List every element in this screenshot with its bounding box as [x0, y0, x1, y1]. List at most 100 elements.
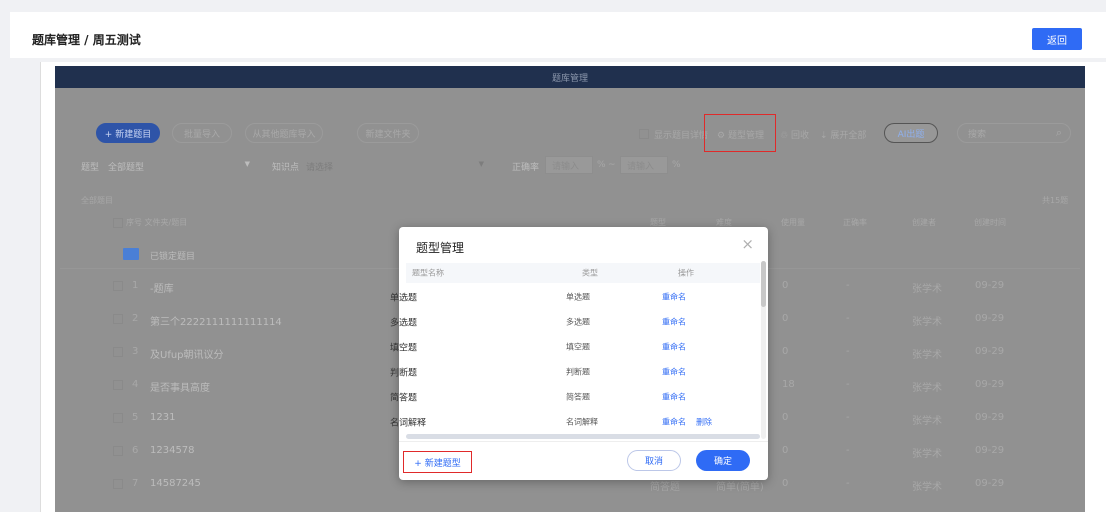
row-time: 09-29: [975, 445, 1005, 456]
horizontal-scrollbar[interactable]: [406, 434, 760, 439]
rename-link[interactable]: 重命名: [662, 416, 686, 427]
row-name: 1234578: [150, 445, 195, 456]
row-creator: 张学术: [912, 416, 942, 427]
confirm-button[interactable]: 确定: [696, 450, 750, 471]
col-type-kind: 类型: [582, 268, 598, 278]
show-details-label: 显示题目详情: [654, 131, 709, 141]
row-name: 是否事具高度: [150, 383, 210, 394]
col-operation: 操作: [678, 268, 694, 278]
select-all-checkbox[interactable]: [113, 218, 123, 228]
col-type-name: 题型名称: [412, 268, 444, 278]
delete-link[interactable]: 删除: [696, 416, 712, 427]
row-type: 简答题: [650, 482, 680, 493]
row-time: 09-29: [975, 379, 1005, 390]
rename-link[interactable]: 重命名: [662, 341, 686, 352]
kp-placeholder: 请选择: [306, 163, 334, 173]
import-from-bank-button[interactable]: 从其他题库导入: [245, 123, 323, 143]
show-details-checkbox[interactable]: [639, 129, 649, 139]
type-name: 简答题: [390, 393, 418, 403]
row-number: 2: [132, 313, 139, 324]
row-checkbox[interactable]: [113, 413, 123, 423]
row-checkbox[interactable]: [113, 281, 123, 291]
search-input[interactable]: 搜索 ⌕: [957, 123, 1071, 143]
knowledge-point-select[interactable]: 请选择 ▼: [306, 160, 488, 173]
new-question-button[interactable]: + 新建题目: [96, 123, 160, 143]
row-number: 5: [132, 412, 139, 423]
row-usage: 0: [782, 346, 789, 357]
type-name: 多选题: [390, 318, 418, 328]
rename-link[interactable]: 重命名: [662, 391, 686, 402]
row-usage: 0: [782, 280, 789, 291]
type-kind: 判断题: [566, 367, 590, 376]
new-type-button[interactable]: + 新建题型: [403, 451, 472, 473]
type-name: 单选题: [390, 293, 418, 303]
row-accuracy: -: [846, 445, 850, 456]
col-header-creator[interactable]: 创建者: [912, 217, 936, 228]
batch-import-button[interactable]: 批量导入: [172, 123, 232, 143]
accuracy-from-input[interactable]: 请输入: [545, 156, 593, 174]
rename-link[interactable]: 重命名: [662, 316, 686, 327]
type-name: 判断题: [390, 368, 418, 378]
type-row: 名词解释 名词解释 重命名 删除: [390, 409, 744, 434]
row-checkbox[interactable]: [113, 380, 123, 390]
back-button[interactable]: 返回: [1032, 28, 1082, 50]
row-checkbox[interactable]: [113, 314, 123, 324]
type-row: 简答题 简答题 重命名: [390, 384, 744, 409]
vertical-scrollbar[interactable]: [761, 261, 766, 439]
col-header-time[interactable]: 创建时间: [974, 217, 1006, 228]
row-time: 09-29: [975, 313, 1005, 324]
modal-title: 题型管理: [416, 241, 465, 255]
type-row: 判断题 判断题 重命名: [390, 359, 744, 384]
row-accuracy: -: [846, 280, 850, 291]
row-name: 及Ufup朝讯议分: [150, 350, 224, 361]
row-number: 6: [132, 445, 139, 456]
recycle-button[interactable]: ♲ 回收: [780, 128, 809, 141]
cancel-button[interactable]: 取消: [627, 450, 681, 471]
search-placeholder: 搜索: [968, 129, 987, 140]
ai-generate-button[interactable]: AI出题: [884, 123, 938, 143]
row-number: 7: [132, 478, 139, 489]
close-icon[interactable]: ×: [741, 235, 754, 253]
row-usage: 0: [782, 313, 789, 324]
row-number: 4: [132, 379, 139, 390]
type-name: 名词解释: [390, 418, 427, 428]
row-level: 简单(简单): [716, 482, 764, 493]
all-questions-label: 全部题目: [81, 196, 113, 205]
row-checkbox[interactable]: [113, 479, 123, 489]
type-filter-select[interactable]: 全部题型 ▼: [108, 160, 254, 173]
knowledge-point-label: 知识点: [272, 163, 300, 173]
top-bar: 题库管理 / 周五测试 返回: [10, 12, 1106, 58]
total-count: 共15题: [1042, 196, 1069, 205]
scroll-thumb[interactable]: [761, 261, 766, 307]
row-creator: 张学术: [912, 383, 942, 394]
type-kind: 简答题: [566, 392, 590, 401]
row-accuracy: -: [846, 412, 850, 423]
expand-all-button[interactable]: ⇣ 展开全部: [820, 128, 866, 141]
folder-name[interactable]: 已锁定题目: [150, 249, 195, 262]
row-usage: 0: [782, 445, 789, 456]
type-filter-label: 题型: [81, 163, 100, 173]
type-manage-modal: 题型管理 × 题型名称 类型 操作 单选题 单选题 重命名 多选题 多选题 重命…: [390, 227, 768, 480]
accuracy-from-percent: %: [597, 160, 606, 170]
chevron-down-icon: ▼: [244, 160, 250, 168]
rename-link[interactable]: 重命名: [662, 291, 686, 302]
row-checkbox[interactable]: [113, 446, 123, 456]
rename-link[interactable]: 重命名: [662, 366, 686, 377]
type-row: 单选题 单选题 重命名: [390, 284, 744, 309]
row-name: 14587245: [150, 478, 201, 489]
accuracy-to-input[interactable]: 请输入: [620, 156, 668, 174]
chevron-down-icon: ▼: [478, 160, 484, 168]
row-time: 09-29: [975, 346, 1005, 357]
folder-icon: [123, 248, 139, 260]
recycle-icon: ♲: [780, 131, 791, 141]
row-checkbox[interactable]: [113, 347, 123, 357]
type-manage-highlight: [704, 114, 776, 152]
row-time: 09-29: [975, 280, 1005, 291]
type-kind: 填空题: [566, 342, 590, 351]
row-time: 09-29: [975, 412, 1005, 423]
new-folder-button[interactable]: 新建文件夹: [357, 123, 419, 143]
row-creator: 张学术: [912, 350, 942, 361]
col-header-accuracy: 正确率: [843, 218, 867, 227]
row-time: 09-29: [975, 478, 1005, 489]
type-kind: 单选题: [566, 292, 590, 301]
